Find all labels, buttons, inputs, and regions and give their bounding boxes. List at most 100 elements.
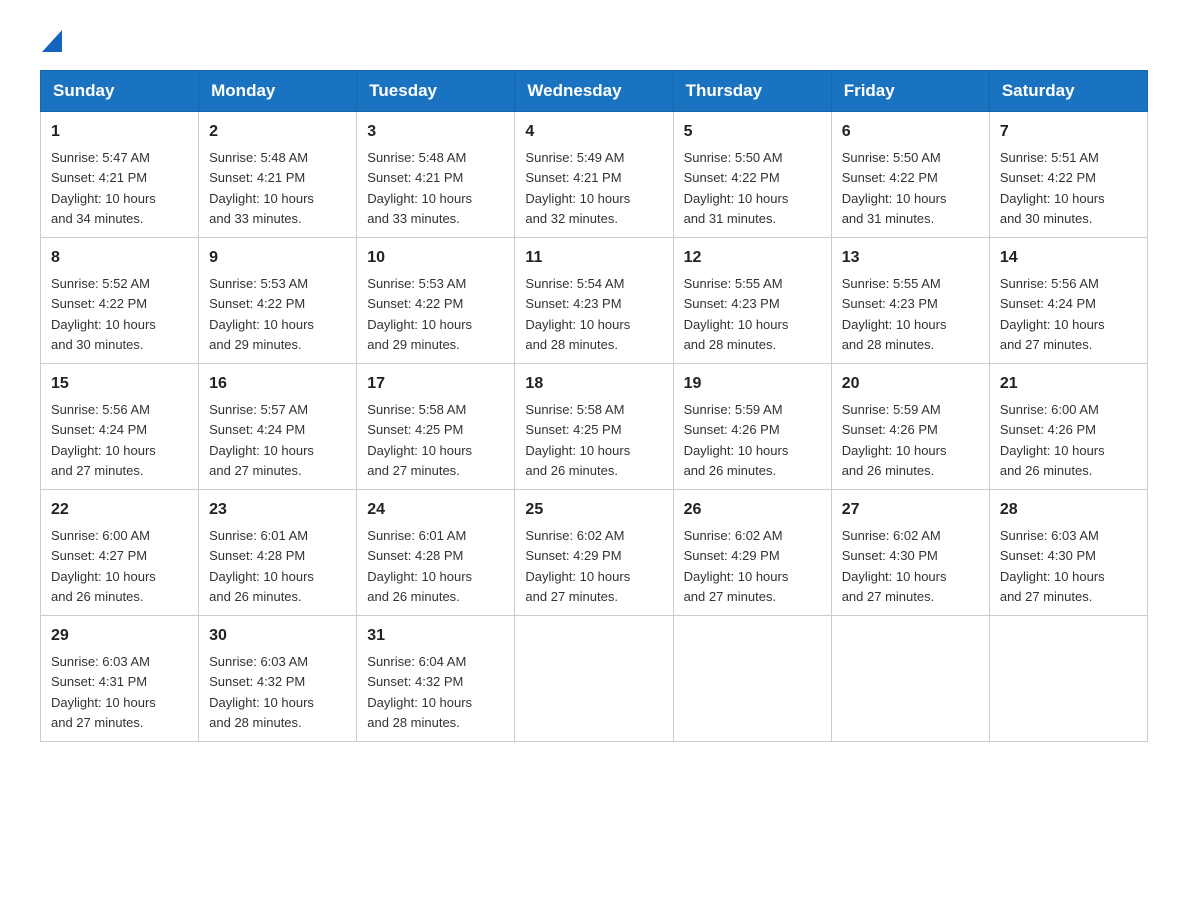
calendar-cell: 5 Sunrise: 5:50 AMSunset: 4:22 PMDaylight… (673, 112, 831, 238)
header-wednesday: Wednesday (515, 71, 673, 112)
day-number: 3 (367, 120, 504, 144)
day-info: Sunrise: 6:02 AMSunset: 4:29 PMDaylight:… (525, 528, 630, 604)
calendar-cell: 26 Sunrise: 6:02 AMSunset: 4:29 PMDayligh… (673, 490, 831, 616)
day-number: 13 (842, 246, 979, 270)
header-saturday: Saturday (989, 71, 1147, 112)
logo (40, 30, 62, 50)
day-number: 9 (209, 246, 346, 270)
logo-triangle-icon (42, 30, 62, 52)
day-info: Sunrise: 5:56 AMSunset: 4:24 PMDaylight:… (1000, 276, 1105, 352)
calendar-cell: 31 Sunrise: 6:04 AMSunset: 4:32 PMDayligh… (357, 616, 515, 742)
day-info: Sunrise: 5:54 AMSunset: 4:23 PMDaylight:… (525, 276, 630, 352)
day-info: Sunrise: 6:03 AMSunset: 4:32 PMDaylight:… (209, 654, 314, 730)
calendar-cell: 14 Sunrise: 5:56 AMSunset: 4:24 PMDayligh… (989, 238, 1147, 364)
day-number: 1 (51, 120, 188, 144)
day-info: Sunrise: 5:49 AMSunset: 4:21 PMDaylight:… (525, 150, 630, 226)
calendar-week-row: 8 Sunrise: 5:52 AMSunset: 4:22 PMDaylight… (41, 238, 1148, 364)
calendar-cell: 29 Sunrise: 6:03 AMSunset: 4:31 PMDayligh… (41, 616, 199, 742)
calendar-cell: 1 Sunrise: 5:47 AMSunset: 4:21 PMDaylight… (41, 112, 199, 238)
day-info: Sunrise: 5:47 AMSunset: 4:21 PMDaylight:… (51, 150, 156, 226)
header-thursday: Thursday (673, 71, 831, 112)
day-number: 24 (367, 498, 504, 522)
calendar-cell: 18Sunrise: 5:58 AMSunset: 4:25 PMDayligh… (515, 364, 673, 490)
calendar-cell: 6 Sunrise: 5:50 AMSunset: 4:22 PMDaylight… (831, 112, 989, 238)
calendar-cell: 30 Sunrise: 6:03 AMSunset: 4:32 PMDayligh… (199, 616, 357, 742)
day-number: 28 (1000, 498, 1137, 522)
calendar-cell: 20 Sunrise: 5:59 AMSunset: 4:26 PMDayligh… (831, 364, 989, 490)
page-header (40, 30, 1148, 50)
day-info: Sunrise: 6:00 AMSunset: 4:26 PMDaylight:… (1000, 402, 1105, 478)
day-number: 8 (51, 246, 188, 270)
calendar-week-row: 22 Sunrise: 6:00 AMSunset: 4:27 PMDayligh… (41, 490, 1148, 616)
day-number: 6 (842, 120, 979, 144)
day-info: Sunrise: 5:52 AMSunset: 4:22 PMDaylight:… (51, 276, 156, 352)
day-number: 26 (684, 498, 821, 522)
day-info: Sunrise: 5:53 AMSunset: 4:22 PMDaylight:… (209, 276, 314, 352)
day-info: Sunrise: 5:50 AMSunset: 4:22 PMDaylight:… (684, 150, 789, 226)
calendar-cell: 19Sunrise: 5:59 AMSunset: 4:26 PMDayligh… (673, 364, 831, 490)
day-info: Sunrise: 6:03 AMSunset: 4:30 PMDaylight:… (1000, 528, 1105, 604)
calendar-cell: 27 Sunrise: 6:02 AMSunset: 4:30 PMDayligh… (831, 490, 989, 616)
day-number: 4 (525, 120, 662, 144)
day-info: Sunrise: 5:53 AMSunset: 4:22 PMDaylight:… (367, 276, 472, 352)
calendar-cell: 22 Sunrise: 6:00 AMSunset: 4:27 PMDayligh… (41, 490, 199, 616)
calendar-week-row: 15Sunrise: 5:56 AMSunset: 4:24 PMDayligh… (41, 364, 1148, 490)
day-info: Sunrise: 6:02 AMSunset: 4:30 PMDaylight:… (842, 528, 947, 604)
calendar-week-row: 1 Sunrise: 5:47 AMSunset: 4:21 PMDaylight… (41, 112, 1148, 238)
day-info: Sunrise: 6:02 AMSunset: 4:29 PMDaylight:… (684, 528, 789, 604)
day-info: Sunrise: 5:51 AMSunset: 4:22 PMDaylight:… (1000, 150, 1105, 226)
header-monday: Monday (199, 71, 357, 112)
day-number: 17 (367, 372, 504, 396)
calendar-cell: 12 Sunrise: 5:55 AMSunset: 4:23 PMDayligh… (673, 238, 831, 364)
day-info: Sunrise: 5:58 AMSunset: 4:25 PMDaylight:… (525, 402, 630, 478)
day-number: 23 (209, 498, 346, 522)
day-number: 11 (525, 246, 662, 270)
day-info: Sunrise: 5:55 AMSunset: 4:23 PMDaylight:… (684, 276, 789, 352)
calendar-cell (673, 616, 831, 742)
day-info: Sunrise: 5:48 AMSunset: 4:21 PMDaylight:… (367, 150, 472, 226)
day-number: 21 (1000, 372, 1137, 396)
calendar-week-row: 29 Sunrise: 6:03 AMSunset: 4:31 PMDayligh… (41, 616, 1148, 742)
day-number: 27 (842, 498, 979, 522)
day-number: 22 (51, 498, 188, 522)
calendar-cell: 23 Sunrise: 6:01 AMSunset: 4:28 PMDayligh… (199, 490, 357, 616)
day-number: 14 (1000, 246, 1137, 270)
day-number: 16 (209, 372, 346, 396)
calendar-cell (831, 616, 989, 742)
calendar-table: SundayMondayTuesdayWednesdayThursdayFrid… (40, 70, 1148, 742)
day-number: 5 (684, 120, 821, 144)
calendar-cell: 28 Sunrise: 6:03 AMSunset: 4:30 PMDayligh… (989, 490, 1147, 616)
day-info: Sunrise: 6:01 AMSunset: 4:28 PMDaylight:… (209, 528, 314, 604)
day-info: Sunrise: 6:01 AMSunset: 4:28 PMDaylight:… (367, 528, 472, 604)
day-number: 25 (525, 498, 662, 522)
header-tuesday: Tuesday (357, 71, 515, 112)
day-number: 15 (51, 372, 188, 396)
calendar-cell: 24 Sunrise: 6:01 AMSunset: 4:28 PMDayligh… (357, 490, 515, 616)
day-number: 30 (209, 624, 346, 648)
calendar-cell (989, 616, 1147, 742)
day-info: Sunrise: 5:59 AMSunset: 4:26 PMDaylight:… (842, 402, 947, 478)
calendar-cell: 11 Sunrise: 5:54 AMSunset: 4:23 PMDayligh… (515, 238, 673, 364)
header-friday: Friday (831, 71, 989, 112)
calendar-cell: 25 Sunrise: 6:02 AMSunset: 4:29 PMDayligh… (515, 490, 673, 616)
calendar-cell: 8 Sunrise: 5:52 AMSunset: 4:22 PMDaylight… (41, 238, 199, 364)
calendar-cell: 16Sunrise: 5:57 AMSunset: 4:24 PMDayligh… (199, 364, 357, 490)
calendar-cell: 9 Sunrise: 5:53 AMSunset: 4:22 PMDaylight… (199, 238, 357, 364)
day-info: Sunrise: 5:50 AMSunset: 4:22 PMDaylight:… (842, 150, 947, 226)
calendar-cell (515, 616, 673, 742)
calendar-cell: 15Sunrise: 5:56 AMSunset: 4:24 PMDayligh… (41, 364, 199, 490)
day-info: Sunrise: 6:03 AMSunset: 4:31 PMDaylight:… (51, 654, 156, 730)
day-number: 31 (367, 624, 504, 648)
day-number: 12 (684, 246, 821, 270)
day-number: 10 (367, 246, 504, 270)
calendar-cell: 3 Sunrise: 5:48 AMSunset: 4:21 PMDaylight… (357, 112, 515, 238)
day-number: 20 (842, 372, 979, 396)
day-info: Sunrise: 6:04 AMSunset: 4:32 PMDaylight:… (367, 654, 472, 730)
calendar-cell: 7Sunrise: 5:51 AMSunset: 4:22 PMDaylight… (989, 112, 1147, 238)
day-info: Sunrise: 6:00 AMSunset: 4:27 PMDaylight:… (51, 528, 156, 604)
calendar-cell: 10 Sunrise: 5:53 AMSunset: 4:22 PMDayligh… (357, 238, 515, 364)
header-sunday: Sunday (41, 71, 199, 112)
day-number: 2 (209, 120, 346, 144)
day-number: 29 (51, 624, 188, 648)
day-info: Sunrise: 5:58 AMSunset: 4:25 PMDaylight:… (367, 402, 472, 478)
